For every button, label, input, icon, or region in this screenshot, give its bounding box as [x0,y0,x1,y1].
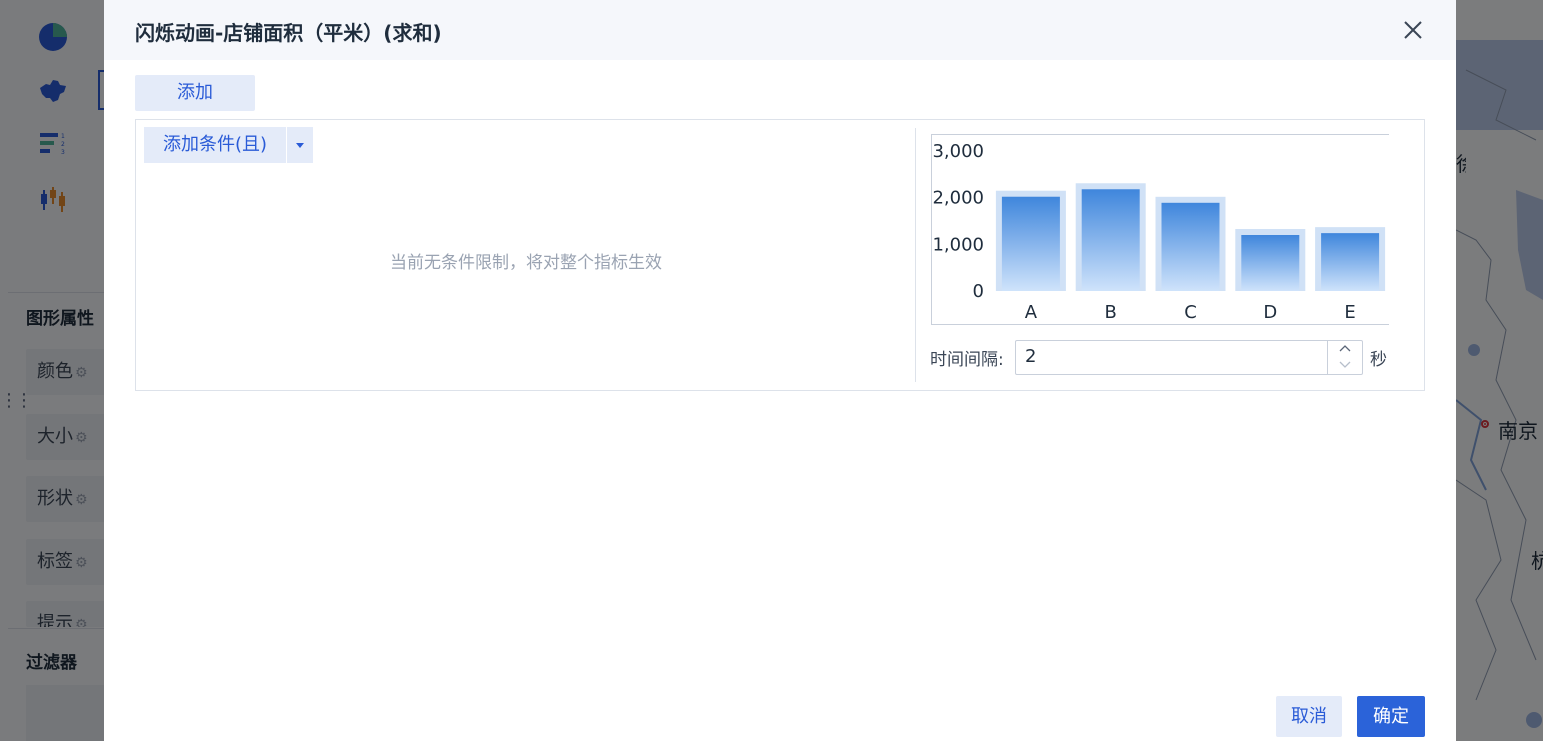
x-tick-label: B [1105,302,1117,323]
dialog-title: 闪烁动画-店铺面积（平米）(求和) [135,21,442,45]
caret-down-icon [296,143,304,148]
step-down-icon[interactable] [1328,358,1362,374]
interval-value[interactable]: 2 [1025,346,1036,367]
bar-C [1161,202,1220,291]
panel-divider [915,128,916,382]
dialog-header: 闪烁动画-店铺面积（平米）(求和) [104,0,1456,60]
y-tick-label: 1,000 [932,234,984,255]
cancel-button[interactable]: 取消 [1276,696,1342,737]
bar-E [1321,233,1380,291]
x-tick-label: C [1184,302,1197,323]
confirm-button[interactable]: 确定 [1357,696,1425,737]
x-tick-label: D [1263,302,1277,323]
bar-B [1081,189,1140,291]
y-tick-label: 0 [973,281,984,302]
interval-input[interactable]: 2 [1015,340,1363,375]
step-up-icon[interactable] [1328,341,1362,357]
rule-panel: 添加条件(且) 当前无条件限制，将对整个指标生效 0 1,000 2,000 3,00… [135,119,1425,391]
bar-D [1241,235,1300,291]
bar-A [1001,196,1060,291]
close-icon[interactable] [1400,17,1426,43]
x-tick-label: A [1025,302,1038,323]
interval-unit: 秒 [1370,350,1387,370]
add-condition-button[interactable]: 添加条件(且) [144,127,286,163]
x-tick-label: E [1344,302,1355,323]
interval-label: 时间间隔: [930,350,1004,370]
y-tick-label: 3,000 [932,141,984,162]
flash-animation-dialog: 闪烁动画-店铺面积（平米）(求和) 添加 添加条件(且) 当前无条件限制，将对整… [104,0,1456,741]
chart-svg: 0 1,000 2,000 3,000 A B C D E [932,141,1386,323]
empty-condition-hint: 当前无条件限制，将对整个指标生效 [390,253,662,273]
interval-stepper[interactable] [1327,341,1362,374]
condition-dropdown-button[interactable] [287,127,313,163]
preview-bar-chart: 0 1,000 2,000 3,000 A B C D E [931,134,1389,325]
add-rule-button[interactable]: 添加 [135,75,255,111]
y-tick-label: 2,000 [932,188,984,209]
